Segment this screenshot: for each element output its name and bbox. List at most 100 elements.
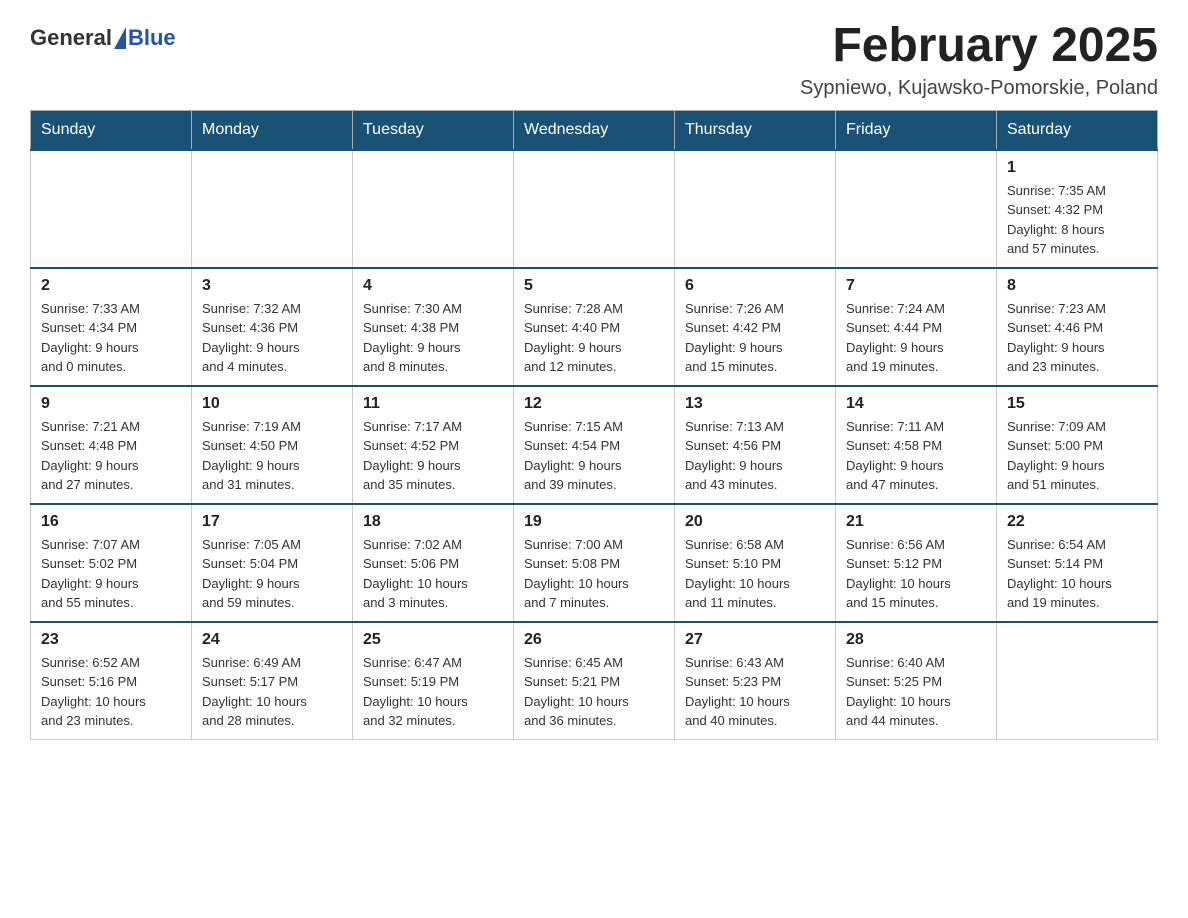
calendar-day-cell: 11Sunrise: 7:17 AMSunset: 4:52 PMDayligh… xyxy=(353,386,514,504)
day-info: Sunrise: 7:02 AMSunset: 5:06 PMDaylight:… xyxy=(363,535,503,613)
calendar-day-cell xyxy=(675,150,836,268)
header-saturday: Saturday xyxy=(997,110,1158,150)
day-number: 13 xyxy=(685,395,825,413)
day-number: 18 xyxy=(363,513,503,531)
day-number: 4 xyxy=(363,277,503,295)
location-subtitle: Sypniewo, Kujawsko-Pomorskie, Poland xyxy=(800,77,1158,100)
calendar-day-cell: 9 Sunrise: 7:21 AMSunset: 4:48 PMDaylight… xyxy=(31,386,192,504)
calendar-day-cell: 12 Sunrise: 7:15 AMSunset: 4:54 PMDayligh… xyxy=(514,386,675,504)
day-info: Sunrise: 6:58 AMSunset: 5:10 PMDaylight:… xyxy=(685,535,825,613)
day-info: Sunrise: 7:24 AMSunset: 4:44 PMDaylight:… xyxy=(846,299,986,377)
calendar-week-row: 1 Sunrise: 7:35 AMSunset: 4:32 PMDaylight… xyxy=(31,150,1158,268)
calendar-week-row: 2Sunrise: 7:33 AMSunset: 4:34 PMDaylight… xyxy=(31,268,1158,386)
calendar-day-cell: 14 Sunrise: 7:11 AMSunset: 4:58 PMDayligh… xyxy=(836,386,997,504)
calendar-day-cell xyxy=(31,150,192,268)
day-info: Sunrise: 7:23 AMSunset: 4:46 PMDaylight:… xyxy=(1007,299,1147,377)
day-info: Sunrise: 6:49 AMSunset: 5:17 PMDaylight:… xyxy=(202,653,342,731)
calendar-day-cell: 4 Sunrise: 7:30 AMSunset: 4:38 PMDaylight… xyxy=(353,268,514,386)
header-tuesday: Tuesday xyxy=(353,110,514,150)
header-monday: Monday xyxy=(192,110,353,150)
day-number: 27 xyxy=(685,631,825,649)
day-number: 10 xyxy=(202,395,342,413)
calendar-day-cell: 8 Sunrise: 7:23 AMSunset: 4:46 PMDaylight… xyxy=(997,268,1158,386)
day-info: Sunrise: 6:45 AMSunset: 5:21 PMDaylight:… xyxy=(524,653,664,731)
day-number: 19 xyxy=(524,513,664,531)
day-info: Sunrise: 7:26 AMSunset: 4:42 PMDaylight:… xyxy=(685,299,825,377)
calendar-day-cell xyxy=(997,622,1158,740)
day-number: 17 xyxy=(202,513,342,531)
day-info: Sunrise: 6:47 AMSunset: 5:19 PMDaylight:… xyxy=(363,653,503,731)
day-info: Sunrise: 7:13 AMSunset: 4:56 PMDaylight:… xyxy=(685,417,825,495)
day-info: Sunrise: 7:21 AMSunset: 4:48 PMDaylight:… xyxy=(41,417,181,495)
month-title: February 2025 xyxy=(800,20,1158,73)
page-container: General Blue February 2025 Sypniewo, Kuj… xyxy=(30,20,1158,740)
calendar-week-row: 9 Sunrise: 7:21 AMSunset: 4:48 PMDaylight… xyxy=(31,386,1158,504)
calendar-week-row: 23Sunrise: 6:52 AMSunset: 5:16 PMDayligh… xyxy=(31,622,1158,740)
day-number: 28 xyxy=(846,631,986,649)
logo-triangle-icon xyxy=(114,27,126,49)
calendar-day-cell: 24 Sunrise: 6:49 AMSunset: 5:17 PMDayligh… xyxy=(192,622,353,740)
day-number: 21 xyxy=(846,513,986,531)
calendar-day-cell: 6 Sunrise: 7:26 AMSunset: 4:42 PMDaylight… xyxy=(675,268,836,386)
calendar-day-cell xyxy=(353,150,514,268)
day-number: 25 xyxy=(363,631,503,649)
day-number: 26 xyxy=(524,631,664,649)
logo-text-general: General xyxy=(30,25,112,51)
calendar-day-cell: 22 Sunrise: 6:54 AMSunset: 5:14 PMDayligh… xyxy=(997,504,1158,622)
day-info: Sunrise: 7:11 AMSunset: 4:58 PMDaylight:… xyxy=(846,417,986,495)
calendar-day-cell: 28 Sunrise: 6:40 AMSunset: 5:25 PMDayligh… xyxy=(836,622,997,740)
calendar-day-cell: 10 Sunrise: 7:19 AMSunset: 4:50 PMDayligh… xyxy=(192,386,353,504)
day-number: 7 xyxy=(846,277,986,295)
day-info: Sunrise: 7:30 AMSunset: 4:38 PMDaylight:… xyxy=(363,299,503,377)
header: General Blue February 2025 Sypniewo, Kuj… xyxy=(30,20,1158,100)
day-info: Sunrise: 7:17 AMSunset: 4:52 PMDaylight:… xyxy=(363,417,503,495)
day-info: Sunrise: 7:19 AMSunset: 4:50 PMDaylight:… xyxy=(202,417,342,495)
calendar-day-cell: 25 Sunrise: 6:47 AMSunset: 5:19 PMDayligh… xyxy=(353,622,514,740)
day-info: Sunrise: 7:32 AMSunset: 4:36 PMDaylight:… xyxy=(202,299,342,377)
day-info: Sunrise: 7:07 AMSunset: 5:02 PMDaylight:… xyxy=(41,535,181,613)
day-number: 8 xyxy=(1007,277,1147,295)
day-info: Sunrise: 6:56 AMSunset: 5:12 PMDaylight:… xyxy=(846,535,986,613)
calendar-day-cell: 20Sunrise: 6:58 AMSunset: 5:10 PMDayligh… xyxy=(675,504,836,622)
day-number: 12 xyxy=(524,395,664,413)
calendar-day-cell: 17Sunrise: 7:05 AMSunset: 5:04 PMDayligh… xyxy=(192,504,353,622)
calendar-table: Sunday Monday Tuesday Wednesday Thursday… xyxy=(30,110,1158,740)
calendar-week-row: 16 Sunrise: 7:07 AMSunset: 5:02 PMDayligh… xyxy=(31,504,1158,622)
day-info: Sunrise: 6:54 AMSunset: 5:14 PMDaylight:… xyxy=(1007,535,1147,613)
calendar-day-cell: 16 Sunrise: 7:07 AMSunset: 5:02 PMDayligh… xyxy=(31,504,192,622)
day-number: 15 xyxy=(1007,395,1147,413)
calendar-day-cell: 21 Sunrise: 6:56 AMSunset: 5:12 PMDayligh… xyxy=(836,504,997,622)
calendar-day-cell: 27 Sunrise: 6:43 AMSunset: 5:23 PMDayligh… xyxy=(675,622,836,740)
day-info: Sunrise: 6:52 AMSunset: 5:16 PMDaylight:… xyxy=(41,653,181,731)
calendar-header-row: Sunday Monday Tuesday Wednesday Thursday… xyxy=(31,110,1158,150)
day-info: Sunrise: 7:33 AMSunset: 4:34 PMDaylight:… xyxy=(41,299,181,377)
calendar-day-cell xyxy=(836,150,997,268)
day-number: 24 xyxy=(202,631,342,649)
calendar-day-cell: 19 Sunrise: 7:00 AMSunset: 5:08 PMDayligh… xyxy=(514,504,675,622)
header-sunday: Sunday xyxy=(31,110,192,150)
day-info: Sunrise: 7:00 AMSunset: 5:08 PMDaylight:… xyxy=(524,535,664,613)
calendar-day-cell: 7 Sunrise: 7:24 AMSunset: 4:44 PMDaylight… xyxy=(836,268,997,386)
day-info: Sunrise: 7:09 AMSunset: 5:00 PMDaylight:… xyxy=(1007,417,1147,495)
logo-text-blue: Blue xyxy=(128,25,176,50)
day-number: 22 xyxy=(1007,513,1147,531)
calendar-day-cell: 15 Sunrise: 7:09 AMSunset: 5:00 PMDayligh… xyxy=(997,386,1158,504)
calendar-day-cell xyxy=(192,150,353,268)
day-info: Sunrise: 7:35 AMSunset: 4:32 PMDaylight:… xyxy=(1007,181,1147,259)
day-info: Sunrise: 6:40 AMSunset: 5:25 PMDaylight:… xyxy=(846,653,986,731)
calendar-day-cell xyxy=(514,150,675,268)
day-number: 16 xyxy=(41,513,181,531)
day-info: Sunrise: 6:43 AMSunset: 5:23 PMDaylight:… xyxy=(685,653,825,731)
header-friday: Friday xyxy=(836,110,997,150)
calendar-day-cell: 1 Sunrise: 7:35 AMSunset: 4:32 PMDaylight… xyxy=(997,150,1158,268)
calendar-day-cell: 23Sunrise: 6:52 AMSunset: 5:16 PMDayligh… xyxy=(31,622,192,740)
day-number: 1 xyxy=(1007,159,1147,177)
calendar-day-cell: 3Sunrise: 7:32 AMSunset: 4:36 PMDaylight… xyxy=(192,268,353,386)
day-info: Sunrise: 7:28 AMSunset: 4:40 PMDaylight:… xyxy=(524,299,664,377)
day-number: 14 xyxy=(846,395,986,413)
header-thursday: Thursday xyxy=(675,110,836,150)
day-number: 6 xyxy=(685,277,825,295)
day-number: 9 xyxy=(41,395,181,413)
calendar-day-cell: 26 Sunrise: 6:45 AMSunset: 5:21 PMDayligh… xyxy=(514,622,675,740)
day-info: Sunrise: 7:15 AMSunset: 4:54 PMDaylight:… xyxy=(524,417,664,495)
